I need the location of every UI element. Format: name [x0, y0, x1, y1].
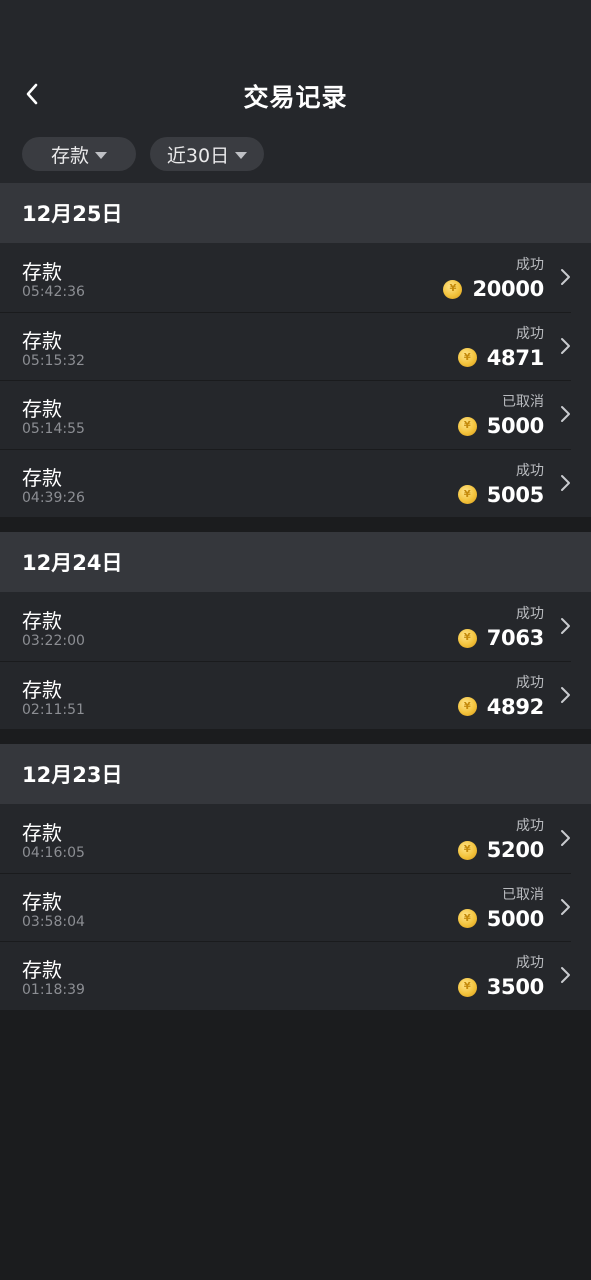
transaction-amount: 4892	[486, 694, 545, 719]
transaction-amount: 7063	[486, 626, 545, 650]
chevron-right-icon	[561, 474, 570, 491]
transaction-type: 存款	[22, 609, 62, 633]
transaction-status: 成功	[516, 257, 544, 273]
amount-group: ¥7063	[457, 626, 545, 650]
transaction-row[interactable]: 存款 05:42:36 成功 ¥20000	[0, 243, 591, 312]
transaction-status: 成功	[516, 955, 544, 971]
transaction-type: 存款	[22, 328, 62, 353]
transaction-list: 12月25日 存款 05:42:36 成功 ¥20000 存款 05:15:32 成功 ¥487…	[0, 183, 591, 1025]
coin-icon: ¥	[457, 416, 477, 436]
transaction-time: 05:42:36	[22, 284, 85, 300]
chevron-right-icon	[561, 337, 570, 354]
transaction-row[interactable]: 存款 04:39:26 成功 ¥5005	[0, 448, 591, 517]
transaction-type: 存款	[22, 821, 62, 845]
transaction-time: 03:22:00	[22, 633, 85, 649]
date-group: 12月25日 存款 05:42:36 成功 ¥20000 存款 05:15:32 成功 ¥487…	[0, 183, 591, 517]
coin-icon: ¥	[457, 697, 477, 716]
transaction-amount: 5005	[486, 482, 545, 507]
amount-group: ¥20000	[443, 277, 544, 301]
transaction-amount: 3500	[486, 975, 545, 999]
transaction-status: 成功	[516, 462, 544, 479]
chevron-right-icon	[561, 830, 570, 846]
transaction-row[interactable]: 存款 03:22:00 成功 ¥7063	[0, 592, 591, 661]
transaction-row[interactable]: 存款 04:16:05 成功 ¥5200	[0, 804, 591, 873]
transaction-status: 已取消	[502, 886, 544, 903]
date-header: 12月24日	[0, 532, 591, 592]
coin-icon: ¥	[457, 909, 477, 928]
type-filter-label: 存款	[50, 144, 89, 167]
transaction-type: 存款	[22, 889, 62, 914]
date-range-filter-dropdown[interactable]: 近30日	[150, 137, 264, 171]
transaction-amount: 5000	[486, 414, 545, 438]
transaction-amount: 4871	[486, 345, 545, 370]
amount-group: ¥5005	[457, 482, 545, 507]
transaction-type: 存款	[22, 677, 62, 702]
amount-group: ¥5000	[457, 414, 545, 438]
transaction-time: 02:11:51	[22, 701, 85, 718]
page-title: 交易记录	[243, 83, 348, 112]
chevron-right-icon	[561, 406, 570, 422]
transaction-time: 03:58:04	[22, 913, 85, 930]
amount-group: ¥3500	[457, 975, 545, 999]
header: 交易记录 存款 近30日	[0, 0, 591, 183]
transaction-time: 05:15:32	[22, 352, 85, 369]
transaction-row[interactable]: 存款 05:14:55 已取消 ¥5000	[0, 380, 591, 449]
amount-group: ¥4892	[457, 694, 545, 719]
coin-icon: ¥	[457, 485, 477, 504]
amount-group: ¥4871	[457, 345, 545, 370]
chevron-right-icon	[561, 898, 570, 915]
coin-icon: ¥	[443, 279, 463, 299]
transaction-status: 成功	[516, 325, 544, 342]
transaction-row[interactable]: 存款 05:15:32 成功 ¥4871	[0, 311, 591, 380]
transaction-amount: 20000	[472, 277, 544, 301]
app-root: 交易记录 存款 近30日 12月25日 存款 05:42:36 成功 ¥20000 存款 0…	[0, 0, 591, 1280]
transaction-type: 存款	[22, 397, 62, 421]
coin-icon: ¥	[457, 840, 477, 860]
transaction-time: 04:16:05	[22, 845, 85, 861]
transaction-time: 05:14:55	[22, 421, 85, 437]
chevron-right-icon	[561, 618, 570, 634]
caret-down-icon	[95, 151, 107, 159]
coin-icon: ¥	[457, 977, 477, 997]
type-filter-dropdown[interactable]: 存款	[22, 137, 136, 171]
transaction-status: 成功	[516, 674, 544, 691]
transaction-time: 04:39:26	[22, 489, 85, 506]
amount-group: ¥5200	[457, 838, 545, 862]
transaction-row[interactable]: 存款 03:58:04 已取消 ¥5000	[0, 872, 591, 941]
caret-down-icon	[235, 151, 248, 159]
transaction-type: 存款	[22, 958, 62, 982]
date-range-filter-label: 近30日	[166, 144, 230, 167]
date-header: 12月23日	[0, 744, 591, 804]
transaction-status: 成功	[516, 818, 544, 834]
transaction-amount: 5200	[486, 838, 545, 862]
chevron-right-icon	[561, 269, 570, 285]
date-group: 12月24日 存款 03:22:00 成功 ¥7063 存款 02:11:51 成功 ¥4892	[0, 532, 591, 729]
date-group: 12月23日 存款 04:16:05 成功 ¥5200 存款 03:58:04 已取消 ¥500…	[0, 744, 591, 1010]
transaction-row[interactable]: 存款 01:18:39 成功 ¥3500	[0, 941, 591, 1010]
date-header: 12月25日	[0, 183, 591, 243]
coin-icon: ¥	[457, 348, 477, 367]
transaction-type: 存款	[22, 260, 62, 284]
transaction-type: 存款	[22, 465, 62, 490]
transaction-time: 01:18:39	[22, 982, 85, 998]
transaction-status: 已取消	[502, 394, 544, 410]
chevron-right-icon	[561, 967, 570, 983]
transaction-row[interactable]: 存款 02:11:51 成功 ¥4892	[0, 660, 591, 729]
transaction-status: 成功	[516, 606, 544, 622]
coin-icon: ¥	[457, 628, 477, 648]
chevron-right-icon	[561, 686, 570, 703]
transaction-amount: 5000	[486, 906, 545, 931]
amount-group: ¥5000	[457, 906, 545, 931]
